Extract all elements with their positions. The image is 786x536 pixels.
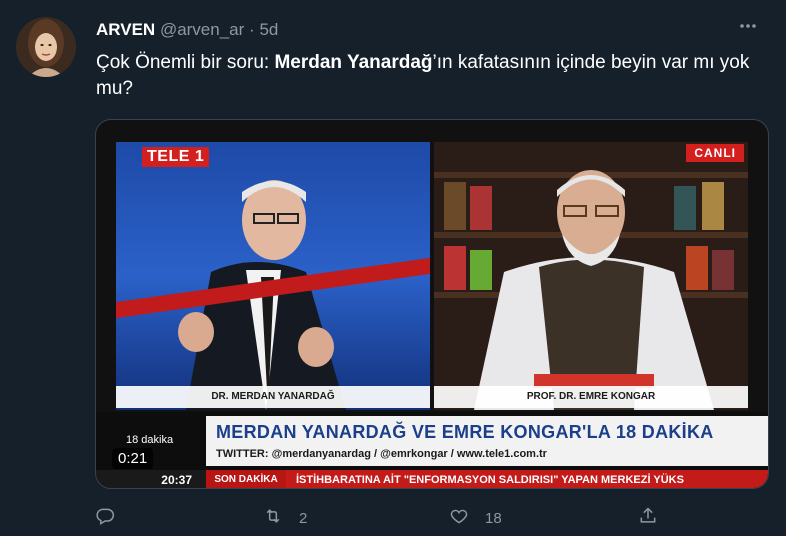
guest-name-left: DR. MERDAN YANARDAĞ: [116, 386, 430, 408]
avatar[interactable]: [16, 17, 76, 77]
heart-icon: [449, 506, 469, 530]
avatar-image: [16, 17, 76, 77]
retweet-icon: [263, 506, 283, 530]
separator-dot: ·: [249, 20, 255, 39]
like-count: 18: [485, 509, 502, 527]
retweet-count: 2: [299, 509, 308, 527]
studio-right-panel: [434, 142, 748, 410]
ticker-label: SON DAKİKA: [206, 470, 286, 488]
more-icon[interactable]: [732, 16, 764, 44]
retweet-button[interactable]: 2: [263, 504, 307, 532]
ticker-clock: 20:37: [96, 470, 206, 488]
reply-icon: [95, 506, 115, 530]
like-button[interactable]: 18: [449, 504, 502, 532]
ticker-text: İSTİHBARATINA AİT "ENFORMASYON SALDIRISI…: [296, 474, 684, 486]
reply-button[interactable]: [95, 504, 115, 532]
studio-left-panel: [116, 142, 430, 410]
share-icon: [638, 506, 658, 530]
guest-name-right: PROF. DR. EMRE KONGAR: [434, 386, 748, 408]
social-handles-text: TWITTER: @merdanyanardag / @emrkongar / …: [216, 448, 547, 460]
video-duration: 0:21: [112, 448, 154, 469]
tweet-timestamp[interactable]: 5d: [259, 20, 278, 39]
headline-text: MERDAN YANARDAĞ VE EMRE KONGAR'LA 18 DAK…: [216, 422, 714, 442]
program-tag: 18 dakika: [126, 434, 174, 446]
tweet-text-bold: Merdan Yanardağ: [274, 52, 433, 73]
channel-logo: TELE 1: [142, 147, 210, 167]
live-badge: CANLI: [686, 144, 744, 162]
display-name[interactable]: ARVEN: [96, 20, 155, 39]
guest-right-figure: [474, 170, 714, 410]
video-player[interactable]: TELE 1 CANLI DR. MERDAN YANARDAĞ PROF. D…: [95, 119, 769, 489]
user-handle[interactable]: @arven_ar: [160, 20, 244, 39]
tweet-text-start: Çok Önemli bir soru:: [96, 52, 275, 73]
tweet-header: ARVEN @arven_ar · 5d: [96, 20, 278, 40]
tweet-text: Çok Önemli bir soru: Merdan Yanardağ’ın …: [96, 50, 766, 102]
share-button[interactable]: [638, 504, 658, 532]
tweet-actions: 2 18: [95, 504, 695, 532]
